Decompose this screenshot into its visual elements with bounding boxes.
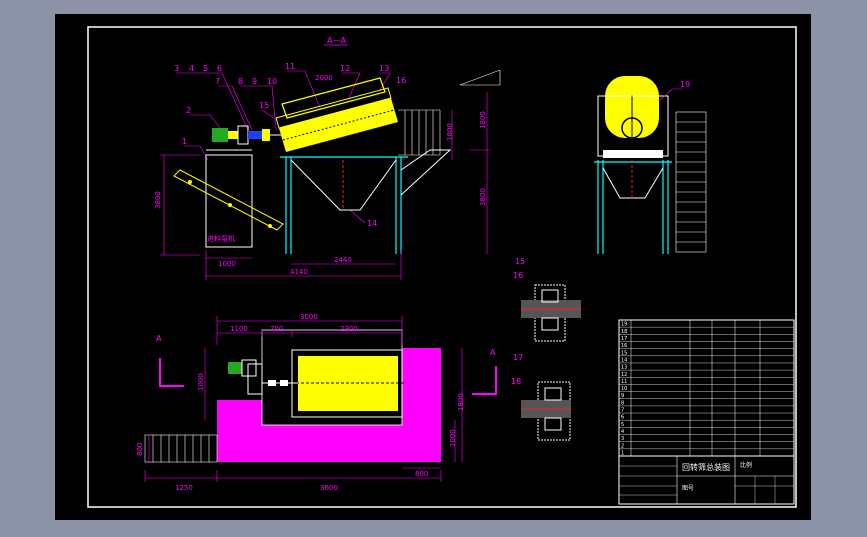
plan-dim-left-h: 1000 bbox=[197, 373, 205, 391]
plan-dim-overall-top: 3000 bbox=[300, 313, 318, 321]
parts-row-number: 19 bbox=[621, 322, 627, 328]
conveyor-roller-a bbox=[228, 203, 232, 207]
parts-row-number: 2 bbox=[621, 443, 624, 449]
conveyor-roller-b bbox=[268, 224, 272, 228]
parts-row-number: 18 bbox=[621, 329, 627, 335]
callout-8: 8 bbox=[238, 77, 243, 86]
callout-1: 1 bbox=[182, 137, 187, 146]
parts-row-number: 14 bbox=[621, 357, 627, 363]
plan-section-mark-left: A bbox=[156, 334, 162, 343]
callout-12: 12 bbox=[340, 64, 350, 73]
plan-dim-bottom-right: 800 bbox=[415, 470, 428, 478]
feed-box-label: 进料泵机 bbox=[207, 234, 235, 243]
parts-row-number: 16 bbox=[621, 343, 627, 349]
parts-row-number: 9 bbox=[621, 393, 624, 399]
callout-13: 13 bbox=[379, 64, 389, 73]
drive-coupling bbox=[228, 131, 238, 139]
title-block-sheet: 图号 bbox=[682, 485, 694, 492]
dim-overall: 4140 bbox=[290, 268, 308, 276]
plan-dim-right-h: 1800 bbox=[457, 393, 465, 411]
detail-b-callout-17: 17 bbox=[513, 353, 523, 362]
parts-row-number: 11 bbox=[621, 379, 627, 385]
title-block-title: 回转筛总装图 bbox=[682, 462, 730, 472]
drawing-canvas: A—A 3 4 5 6 7 8 9 10 2 1 11 12 13 16 15 … bbox=[55, 14, 811, 520]
drive-shaft-blue bbox=[248, 131, 262, 139]
plan-dim-right-h2: 1000 bbox=[449, 429, 457, 447]
parts-row-number: 17 bbox=[621, 336, 627, 342]
callout-16: 16 bbox=[396, 76, 406, 85]
plan-section-mark-right: A bbox=[490, 348, 496, 357]
plan-dim-bottom-overall: 3600 bbox=[320, 484, 338, 492]
detail-b-callout-18: 18 bbox=[511, 377, 521, 386]
plan-dim-bottom-left: 1250 bbox=[175, 484, 193, 492]
parts-row-number: 7 bbox=[621, 408, 624, 414]
title-block-scale: 比例 bbox=[740, 461, 752, 469]
callout-5: 5 bbox=[203, 64, 208, 73]
plan-dim-seg1: 1100 bbox=[230, 325, 248, 333]
drive-bearing bbox=[262, 129, 270, 141]
cad-viewport: A—A 3 4 5 6 7 8 9 10 2 1 11 12 13 16 15 … bbox=[0, 0, 867, 533]
dim-drum-length: 2000 bbox=[315, 74, 333, 82]
parts-row-number: 4 bbox=[621, 429, 624, 435]
parts-row-number: 10 bbox=[621, 386, 627, 392]
plan-coupling-b bbox=[280, 380, 288, 386]
callout-10: 10 bbox=[267, 77, 277, 86]
callout-2: 2 bbox=[186, 106, 191, 115]
parts-row-number: 15 bbox=[621, 350, 627, 356]
conveyor-roller-c bbox=[188, 180, 192, 184]
parts-row-number: 8 bbox=[621, 400, 624, 406]
plan-coupling-a bbox=[268, 380, 276, 386]
parts-row-number: 5 bbox=[621, 422, 624, 428]
end-view-roller-bar bbox=[603, 150, 663, 158]
section-label: A—A bbox=[327, 36, 346, 45]
detail-a-callout-15: 15 bbox=[515, 257, 525, 266]
parts-row-number: 12 bbox=[621, 372, 627, 378]
callout-19: 19 bbox=[680, 80, 690, 89]
callout-3: 3 bbox=[174, 64, 179, 73]
dim-right-lower: 1800 bbox=[446, 123, 454, 141]
detail-a-callout-16: 16 bbox=[513, 271, 523, 280]
callout-15: 15 bbox=[259, 101, 269, 110]
plan-dim-seg3: 2300 bbox=[340, 325, 358, 333]
parts-row-number: 13 bbox=[621, 365, 627, 371]
callout-4: 4 bbox=[189, 64, 194, 73]
dim-height-total: 3800 bbox=[479, 188, 487, 206]
plan-dim-left-small: 800 bbox=[136, 443, 144, 456]
drive-motor bbox=[212, 128, 228, 142]
dim-left-height: 3800 bbox=[154, 191, 162, 209]
plan-dim-seg2: 700 bbox=[270, 325, 283, 333]
dim-base-left: 1000 bbox=[218, 260, 236, 268]
callout-14: 14 bbox=[367, 219, 377, 228]
callout-7: 7 bbox=[215, 77, 220, 86]
parts-row-number: 6 bbox=[621, 415, 624, 421]
plan-motor bbox=[228, 362, 242, 374]
dim-right-upper: 1800 bbox=[479, 111, 487, 129]
callout-9: 9 bbox=[252, 77, 257, 86]
callout-11: 11 bbox=[285, 62, 295, 71]
callout-6: 6 bbox=[217, 64, 222, 73]
parts-row-number: 3 bbox=[621, 436, 624, 442]
dim-span-mid: 2440 bbox=[334, 256, 352, 264]
